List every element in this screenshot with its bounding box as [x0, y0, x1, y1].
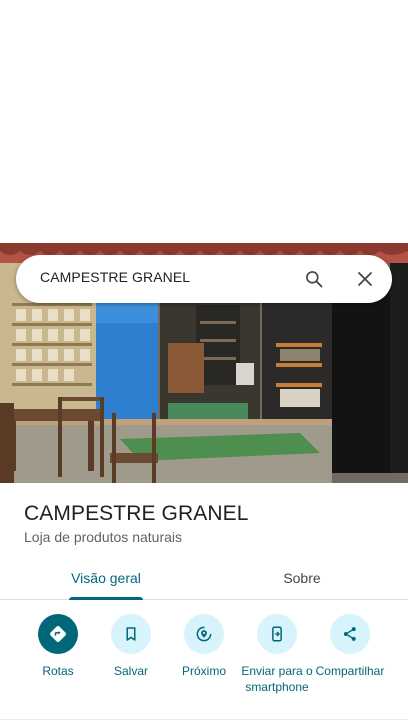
bookmark-icon[interactable]: [111, 614, 151, 654]
share-label: Compartilhar: [315, 664, 385, 678]
tab-selected-indicator: [69, 597, 143, 600]
search-query[interactable]: CAMPESTRE GRANEL: [40, 269, 190, 285]
send-to-phone-button[interactable]: Enviar para o smartphone: [237, 614, 317, 695]
section-divider: [0, 719, 408, 720]
share-button[interactable]: Compartilhar: [310, 614, 390, 679]
place-name: CAMPESTRE GRANEL: [24, 502, 249, 525]
place-category[interactable]: Loja de produtos naturais: [24, 529, 182, 545]
action-bar: Rotas Salvar Próximo Enviar para o smart…: [0, 614, 408, 714]
nearby-icon[interactable]: [184, 614, 224, 654]
directions-button[interactable]: Rotas: [18, 614, 98, 679]
save-button[interactable]: Salvar: [91, 614, 171, 679]
save-label: Salvar: [113, 664, 148, 678]
nearby-button[interactable]: Próximo: [164, 614, 244, 679]
tab-overview[interactable]: Visão geral: [0, 556, 212, 599]
directions-label: Rotas: [42, 664, 74, 678]
map-area: [0, 0, 408, 243]
tab-about[interactable]: Sobre: [196, 556, 408, 599]
send-to-phone-icon[interactable]: [257, 614, 297, 654]
search-icon[interactable]: [302, 267, 326, 291]
nearby-label: Próximo: [181, 664, 226, 678]
send-to-phone-label: Enviar para o smartphone: [241, 664, 313, 694]
search-bar[interactable]: CAMPESTRE GRANEL: [16, 255, 392, 303]
share-icon[interactable]: [330, 614, 370, 654]
directions-icon[interactable]: [38, 614, 78, 654]
tab-bar: Visão geral Sobre: [0, 556, 408, 600]
close-icon[interactable]: [353, 267, 377, 291]
